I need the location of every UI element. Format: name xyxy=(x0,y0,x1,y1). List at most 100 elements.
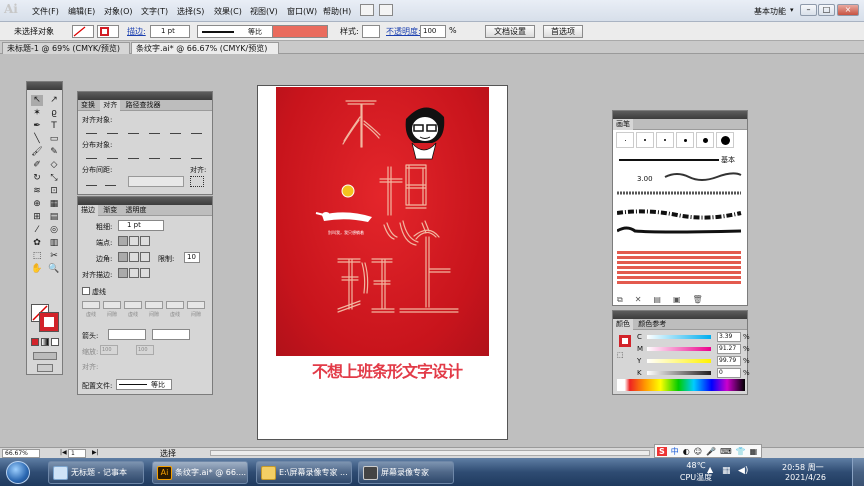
align-stroke-outside-icon[interactable] xyxy=(140,268,150,278)
end-scale-field[interactable]: 100 xyxy=(136,345,154,355)
mesh-tool-icon[interactable]: ⊞ xyxy=(31,212,43,223)
stroke-color-preview[interactable] xyxy=(619,335,631,347)
start-button[interactable] xyxy=(6,461,30,484)
symbol-sprayer-tool-icon[interactable]: ✿ xyxy=(31,238,43,249)
menu-help[interactable]: 帮助(H) xyxy=(323,6,351,17)
line-tool-icon[interactable]: ╲ xyxy=(31,134,43,145)
artboard-number-field[interactable]: 1 xyxy=(68,449,86,458)
hand-tool-icon[interactable]: ✋ xyxy=(31,264,43,275)
taskbar-item-explorer[interactable]: E:\屏幕录像专家 ... xyxy=(256,461,352,484)
bridge-icon[interactable] xyxy=(360,4,374,16)
clock-time[interactable]: 20:58 周一 xyxy=(782,462,824,473)
toolbox-icon[interactable]: ▦ xyxy=(750,447,758,456)
align-left-icon[interactable] xyxy=(86,125,97,134)
poster-artwork[interactable]: 别叫我，我只想躺着 xyxy=(276,87,489,356)
rotate-tool-icon[interactable]: ↻ xyxy=(31,173,43,184)
taskbar-item-illustrator[interactable]: Ai 条纹字.ai* @ 66.... xyxy=(152,461,248,484)
chevron-down-icon[interactable]: ▾ xyxy=(790,6,794,14)
distribute-vcenter-icon[interactable] xyxy=(107,150,118,159)
punctuation-icon[interactable]: ◐ xyxy=(683,447,690,456)
magenta-value[interactable]: 91.27 xyxy=(717,344,741,354)
bevel-join-icon[interactable] xyxy=(140,252,150,262)
stroke-color-box[interactable] xyxy=(39,312,59,332)
opacity-label[interactable]: 不透明度: xyxy=(386,26,421,37)
draw-mode-icon[interactable] xyxy=(33,352,57,360)
color-panel-titlebar[interactable] xyxy=(613,311,747,319)
black-value[interactable]: 0 xyxy=(717,368,741,378)
basic-brush-stroke[interactable] xyxy=(619,159,719,161)
arrange-documents-icon[interactable] xyxy=(379,4,393,16)
color-mode-buttons[interactable] xyxy=(31,338,59,346)
volume-icon[interactable]: ◀) xyxy=(738,466,748,476)
screen-mode-icon[interactable] xyxy=(37,364,53,372)
distribute-hcenter-icon[interactable] xyxy=(170,150,181,159)
ime-mode-label[interactable]: 中 xyxy=(671,446,679,457)
menu-view[interactable]: 视图(V) xyxy=(250,6,278,17)
tab-stroke[interactable]: 描边 xyxy=(78,205,98,216)
brush-dot-5[interactable] xyxy=(696,132,714,148)
stroke-swatch[interactable] xyxy=(97,25,119,38)
magic-wand-tool-icon[interactable]: ✶ xyxy=(31,108,43,119)
show-desktop-button[interactable] xyxy=(852,458,864,486)
selection-tool-icon[interactable]: ↖ xyxy=(31,95,43,106)
style-swatch[interactable] xyxy=(362,25,380,38)
align-to-selection-icon[interactable] xyxy=(190,176,204,187)
stripe-brush-swatches[interactable] xyxy=(617,251,741,286)
keyboard-icon[interactable]: ⌨ xyxy=(720,447,732,456)
ime-toolbar[interactable]: S 中 ◐ ☺ 🎤 ⌨ 👕 ▦ xyxy=(654,444,762,458)
new-brush-icon[interactable]: ▣ xyxy=(673,295,681,305)
brush-dot-6[interactable] xyxy=(716,132,734,148)
tab-transparency[interactable]: 透明度 xyxy=(122,205,149,216)
dash-field[interactable] xyxy=(124,301,142,309)
rectangle-tool-icon[interactable]: ▭ xyxy=(48,134,60,145)
warp-tool-icon[interactable]: ≋ xyxy=(31,186,43,197)
dash-field[interactable] xyxy=(82,301,100,309)
perspective-grid-tool-icon[interactable]: ▦ xyxy=(48,199,60,210)
zoom-level-field[interactable]: 66.67% xyxy=(2,449,40,458)
brush-dot-3[interactable] xyxy=(656,132,674,148)
tab-gradient[interactable]: 渐变 xyxy=(100,205,120,216)
distribute-vspace-icon[interactable] xyxy=(86,177,97,186)
free-transform-tool-icon[interactable]: ⊡ xyxy=(48,186,60,197)
preferences-button[interactable]: 首选项 xyxy=(543,25,583,38)
stroke-profile-select[interactable]: 等比 xyxy=(197,25,277,38)
tab-untitled-1[interactable]: 未标题-1 @ 69% (CMYK/预览) × xyxy=(2,42,130,64)
paintbrush-tool-icon[interactable]: 🖌 xyxy=(31,147,43,158)
dash-field[interactable] xyxy=(166,301,184,309)
workspace-switcher[interactable]: 基本功能 xyxy=(754,6,786,17)
brush-library-icon[interactable]: ⧉ xyxy=(617,295,623,305)
gradient-tool-icon[interactable]: ▤ xyxy=(48,212,60,223)
black-slider[interactable] xyxy=(647,371,711,375)
tab-align[interactable]: 对齐 xyxy=(100,100,121,111)
align-vcenter-icon[interactable] xyxy=(170,125,181,134)
fill-swatch[interactable] xyxy=(72,25,94,38)
magenta-slider[interactable] xyxy=(647,347,711,351)
close-button[interactable]: × xyxy=(837,4,859,16)
distribute-left-icon[interactable] xyxy=(149,150,160,159)
cube-icon[interactable]: ⬚ xyxy=(617,351,624,359)
direct-selection-tool-icon[interactable]: ↗ xyxy=(48,95,60,106)
artboard-tool-icon[interactable]: ⬚ xyxy=(31,251,43,262)
end-arrowhead-select[interactable] xyxy=(152,329,190,340)
eyedropper-tool-icon[interactable]: ⁄ xyxy=(31,225,43,236)
stroke-weight-field[interactable]: 1 pt xyxy=(150,25,190,38)
emoji-icon[interactable]: ☺ xyxy=(694,447,702,456)
gap-field[interactable] xyxy=(103,301,121,309)
column-graph-tool-icon[interactable]: ▥ xyxy=(48,238,60,249)
tools-panel-titlebar[interactable] xyxy=(27,82,62,90)
shape-builder-tool-icon[interactable]: ⊕ xyxy=(31,199,43,210)
stroke-panel-titlebar[interactable] xyxy=(78,197,212,205)
tab-color[interactable]: 颜色 xyxy=(613,319,633,330)
distribute-bottom-icon[interactable] xyxy=(128,150,139,159)
butt-cap-icon[interactable] xyxy=(118,236,128,246)
brush-preview[interactable] xyxy=(272,25,328,38)
gap-field[interactable] xyxy=(187,301,205,309)
menu-file[interactable]: 文件(F) xyxy=(32,6,59,17)
brush-dot-4[interactable] xyxy=(676,132,694,148)
menu-edit[interactable]: 编辑(E) xyxy=(68,6,95,17)
zoom-tool-icon[interactable]: 🔍 xyxy=(48,264,60,275)
brush-options-icon[interactable]: ▤ xyxy=(653,295,661,305)
menu-object[interactable]: 对象(O) xyxy=(104,6,133,17)
round-join-icon[interactable] xyxy=(129,252,139,262)
taskbar-item-notepad[interactable]: 无标题 - 记事本 xyxy=(48,461,144,484)
